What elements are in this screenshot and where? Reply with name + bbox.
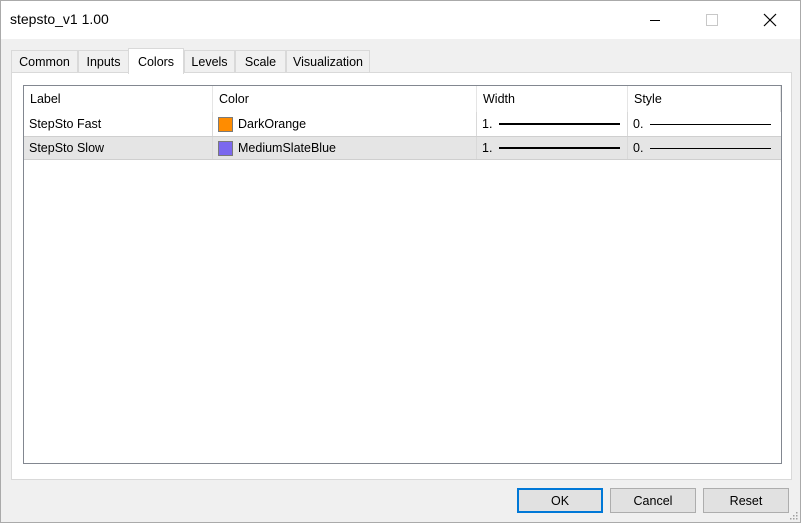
row-color[interactable]: DarkOrange: [213, 112, 477, 136]
tab-colors[interactable]: Colors: [128, 48, 184, 74]
header-style[interactable]: Style: [628, 86, 781, 112]
color-name: DarkOrange: [238, 117, 307, 131]
maximize-icon: [706, 14, 718, 26]
row-style[interactable]: 0.: [628, 137, 781, 159]
width-line-sample: [499, 147, 621, 149]
close-icon: [763, 13, 777, 27]
maximize-button: [689, 1, 735, 39]
tab-common[interactable]: Common: [11, 50, 78, 73]
header-label[interactable]: Label: [24, 86, 213, 112]
table-row[interactable]: StepSto Fast DarkOrange 1. 0.: [24, 112, 781, 136]
color-swatch: [218, 116, 233, 132]
row-color[interactable]: MediumSlateBlue: [213, 137, 477, 159]
reset-button[interactable]: Reset: [703, 488, 789, 513]
close-button[interactable]: [747, 1, 793, 39]
width-value: 1.: [482, 141, 493, 155]
window-title: stepsto_v1 1.00: [10, 11, 109, 27]
tab-levels[interactable]: Levels: [184, 50, 235, 73]
tab-visualization[interactable]: Visualization: [286, 50, 370, 73]
colors-panel: Label Color Width Style StepSto Fast Dar…: [11, 72, 792, 480]
resize-grip-icon[interactable]: [788, 510, 798, 520]
header-width[interactable]: Width: [477, 86, 628, 112]
minimize-icon: [650, 20, 660, 21]
style-value: 0.: [633, 117, 644, 131]
header-color[interactable]: Color: [213, 86, 477, 112]
table-row[interactable]: StepSto Slow MediumSlateBlue 1. 0.: [24, 136, 781, 160]
row-style[interactable]: 0.: [628, 112, 781, 136]
ok-button[interactable]: OK: [517, 488, 603, 513]
tab-strip: Common Inputs Colors Levels Scale Visual…: [11, 48, 791, 74]
style-line-sample: [650, 147, 772, 149]
cancel-button[interactable]: Cancel: [610, 488, 696, 513]
row-label: StepSto Fast: [24, 112, 213, 136]
tab-inputs[interactable]: Inputs: [78, 50, 129, 73]
row-width[interactable]: 1.: [477, 137, 628, 159]
row-width[interactable]: 1.: [477, 112, 628, 136]
style-line-sample: [650, 123, 772, 125]
dialog-window: stepsto_v1 1.00 Common Inputs Colors Lev…: [0, 0, 801, 523]
color-swatch: [218, 140, 233, 156]
title-bar: stepsto_v1 1.00: [1, 1, 800, 39]
width-line-sample: [499, 123, 621, 125]
width-value: 1.: [482, 117, 493, 131]
colors-list: Label Color Width Style StepSto Fast Dar…: [23, 85, 782, 464]
color-name: MediumSlateBlue: [238, 141, 336, 155]
style-value: 0.: [633, 141, 644, 155]
list-header: Label Color Width Style: [24, 86, 781, 112]
row-label: StepSto Slow: [24, 137, 213, 159]
tab-scale[interactable]: Scale: [235, 50, 286, 73]
minimize-button[interactable]: [632, 1, 678, 39]
